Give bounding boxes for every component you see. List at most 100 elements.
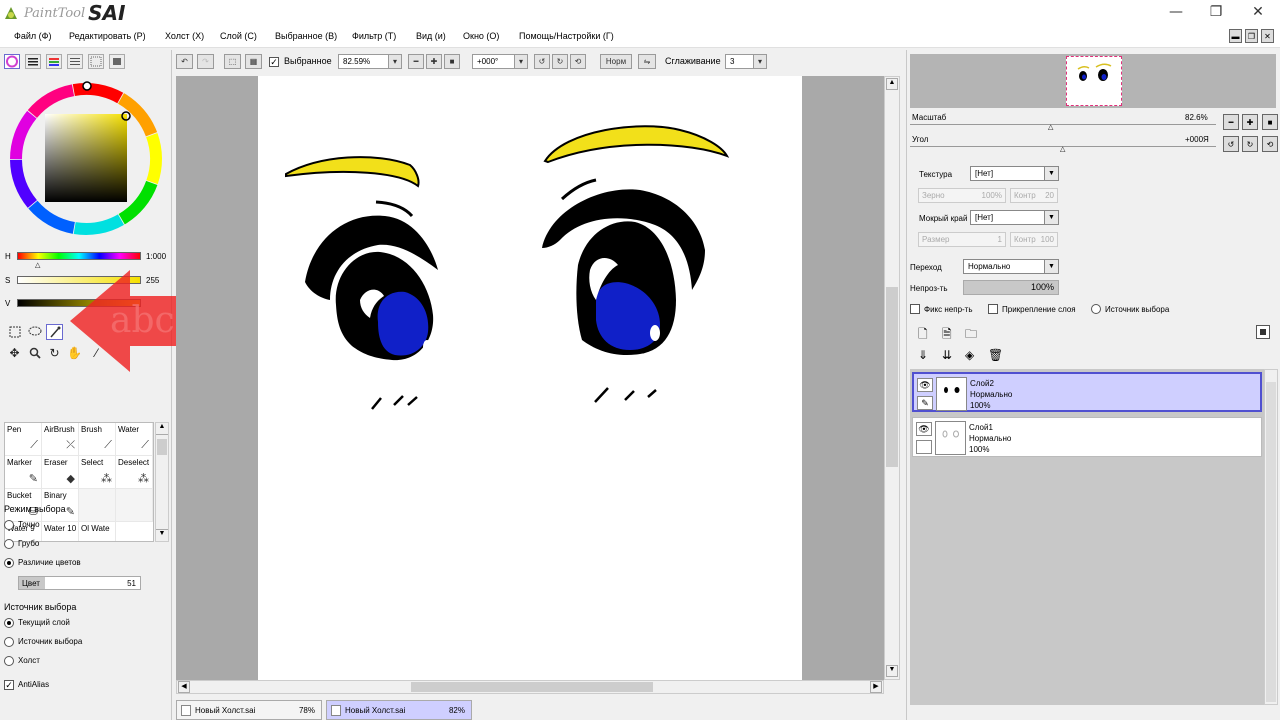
brush-select[interactable]: Select ⁂ — [79, 456, 116, 489]
lasso-icon[interactable] — [26, 324, 43, 340]
eye-icon[interactable]: 👁 — [917, 378, 933, 392]
mode-color-diff-radio[interactable] — [4, 558, 14, 568]
edit-lock-icon[interactable] — [916, 440, 932, 454]
scroll-up-icon[interactable]: ▲ — [886, 78, 898, 90]
scroll-down-icon[interactable]: ▼ — [886, 665, 898, 677]
texture-select[interactable]: [Нет] ▼ — [970, 166, 1059, 181]
brush-brush[interactable]: Brush ⟋ — [79, 423, 116, 456]
navigator-viewport[interactable] — [1066, 56, 1122, 106]
angle-dropdown-icon[interactable]: ▾ — [514, 54, 528, 69]
new-vector-layer-icon[interactable]: 🗎 — [942, 325, 956, 341]
scratchpad-icon[interactable] — [88, 54, 104, 69]
color-wheel-mode-icon[interactable] — [4, 54, 20, 69]
selected-checkbox[interactable]: ✓ — [269, 57, 279, 67]
rgb-sliders-icon[interactable] — [25, 54, 41, 69]
swatches-icon[interactable] — [67, 54, 83, 69]
minimize-button[interactable]: — — [1156, 0, 1196, 24]
menu-selection[interactable]: Выбранное (В) — [275, 31, 337, 41]
nav-zoom-out-icon[interactable]: ━ — [1223, 114, 1239, 130]
invert-selection-icon[interactable]: ▦ — [245, 54, 262, 69]
nav-zoom-in-icon[interactable]: ✚ — [1242, 114, 1258, 130]
rect-select-icon[interactable] — [6, 324, 23, 340]
hsv-sliders-icon[interactable] — [46, 54, 62, 69]
rotate-reset-icon[interactable]: ⟲ — [570, 54, 586, 69]
transfer-down-icon[interactable]: ⇓ — [918, 348, 932, 364]
rotate-left-icon[interactable]: ↺ — [534, 54, 550, 69]
brush-deselect[interactable]: Deselect ⁂ — [116, 456, 153, 489]
delete-layer-icon[interactable]: 🗑 — [988, 348, 1003, 364]
scroll-thumb[interactable] — [157, 439, 167, 455]
canvas-horizontal-scrollbar[interactable]: ◀ ▶ — [176, 680, 884, 694]
vertical-scroll-thumb[interactable] — [886, 287, 898, 467]
scroll-left-icon[interactable]: ◀ — [178, 681, 190, 693]
h-slider[interactable] — [17, 252, 141, 260]
zoom-reset-icon[interactable]: ■ — [444, 54, 460, 69]
restore-button[interactable]: ❐ — [1196, 0, 1236, 24]
mdi-close-button[interactable]: ✕ — [1261, 29, 1274, 43]
menu-canvas[interactable]: Холст (Х) — [165, 31, 204, 41]
menu-view[interactable]: Вид (и) — [416, 31, 446, 41]
mdi-minimize-button[interactable]: ▬ — [1229, 29, 1242, 43]
nav-rotate-right-icon[interactable]: ↻ — [1242, 136, 1258, 152]
angle-slider-thumb-icon[interactable]: △ — [1060, 145, 1065, 153]
opacity-slider[interactable]: 100% — [963, 280, 1059, 295]
fix-opacity-checkbox[interactable] — [910, 304, 920, 314]
brush-pen[interactable]: Pen ⟋ — [5, 423, 42, 456]
menu-layer[interactable]: Слой (С) — [220, 31, 257, 41]
scale-slider[interactable] — [910, 124, 1216, 125]
deselect-all-icon[interactable]: ⬚ — [224, 54, 241, 69]
zoom-dropdown-icon[interactable]: ▾ — [388, 54, 402, 69]
menu-filter[interactable]: Фильтр (Т) — [352, 31, 396, 41]
zoom-out-icon[interactable]: ━ — [408, 54, 424, 69]
antialias-checkbox[interactable]: ✓ — [4, 680, 14, 690]
zoom-input[interactable]: 82.59% — [338, 54, 390, 69]
canvas-vertical-scrollbar[interactable]: ▲ ▼ — [884, 76, 900, 680]
selection-source-radio[interactable] — [1091, 304, 1101, 314]
scroll-down-icon[interactable]: ▼ — [156, 529, 168, 541]
layer-row-2[interactable]: 👁 ✎ Слой2 Нормально 100% — [912, 372, 1262, 412]
nav-rotate-left-icon[interactable]: ↺ — [1223, 136, 1239, 152]
brush-eraser[interactable]: Eraser ◆ — [42, 456, 79, 489]
mode-rough-radio[interactable] — [4, 539, 14, 549]
brush-oil-water[interactable]: Ol Wate — [79, 522, 116, 541]
brush-airbrush[interactable]: AirBrush ⤫ — [42, 423, 79, 456]
merge-down-icon[interactable]: ⇊ — [942, 348, 956, 364]
blend-mode-select[interactable]: Нормально ▼ — [963, 259, 1059, 274]
color-wheel[interactable] — [8, 76, 164, 242]
rotate-icon[interactable]: ↻ — [46, 345, 63, 361]
mode-precise-radio[interactable] — [4, 520, 14, 530]
undo-icon[interactable]: ↶ — [176, 54, 193, 69]
nav-zoom-reset-icon[interactable]: ■ — [1262, 114, 1278, 130]
brush-water-10[interactable]: Water 10 — [42, 522, 79, 541]
menu-edit[interactable]: Редактировать (Р) — [69, 31, 146, 41]
eye-icon[interactable]: 👁 — [916, 422, 932, 436]
magic-wand-icon[interactable] — [46, 324, 63, 340]
wet-edge-select[interactable]: [Нет] ▼ — [970, 210, 1059, 225]
horizontal-scroll-thumb[interactable] — [411, 682, 653, 692]
scale-slider-thumb-icon[interactable]: △ — [1048, 123, 1053, 131]
scroll-up-icon[interactable]: ▲ — [156, 423, 168, 435]
menu-window[interactable]: Окно (О) — [463, 31, 499, 41]
layer-list-scrollbar[interactable] — [1264, 369, 1278, 705]
flip-icon[interactable]: ⇋ — [638, 54, 656, 69]
source-current-layer-radio[interactable] — [4, 618, 14, 628]
palette-icon[interactable] — [109, 54, 125, 69]
smoothing-input[interactable]: 3 — [725, 54, 755, 69]
new-folder-icon[interactable]: 🗀 — [965, 325, 981, 341]
move-icon[interactable]: ✥ — [6, 345, 23, 361]
document-tab-1[interactable]: Новый Холст.sai 78% — [176, 700, 322, 720]
layer-scroll-thumb[interactable] — [1266, 382, 1276, 702]
navigator-preview[interactable] — [910, 54, 1276, 108]
mdi-restore-button[interactable]: ❐ — [1245, 29, 1258, 43]
brush-grid-scrollbar[interactable]: ▲ ▼ — [155, 422, 169, 542]
source-selection-radio[interactable] — [4, 637, 14, 647]
h-slider-thumb-icon[interactable]: △ — [35, 261, 40, 269]
source-canvas-radio[interactable] — [4, 656, 14, 666]
canvas-paper[interactable] — [258, 76, 802, 680]
angle-input[interactable]: +000° — [472, 54, 516, 69]
rotate-right-icon[interactable]: ↻ — [552, 54, 568, 69]
menu-help[interactable]: Помощь/Настройки (Г) — [519, 31, 614, 41]
layer-row-1[interactable]: 👁 Слой1 Нормально 100% — [912, 417, 1262, 457]
menu-file[interactable]: Файл (Ф) — [14, 31, 51, 41]
layer-panel-toggle-icon[interactable] — [1256, 325, 1270, 339]
